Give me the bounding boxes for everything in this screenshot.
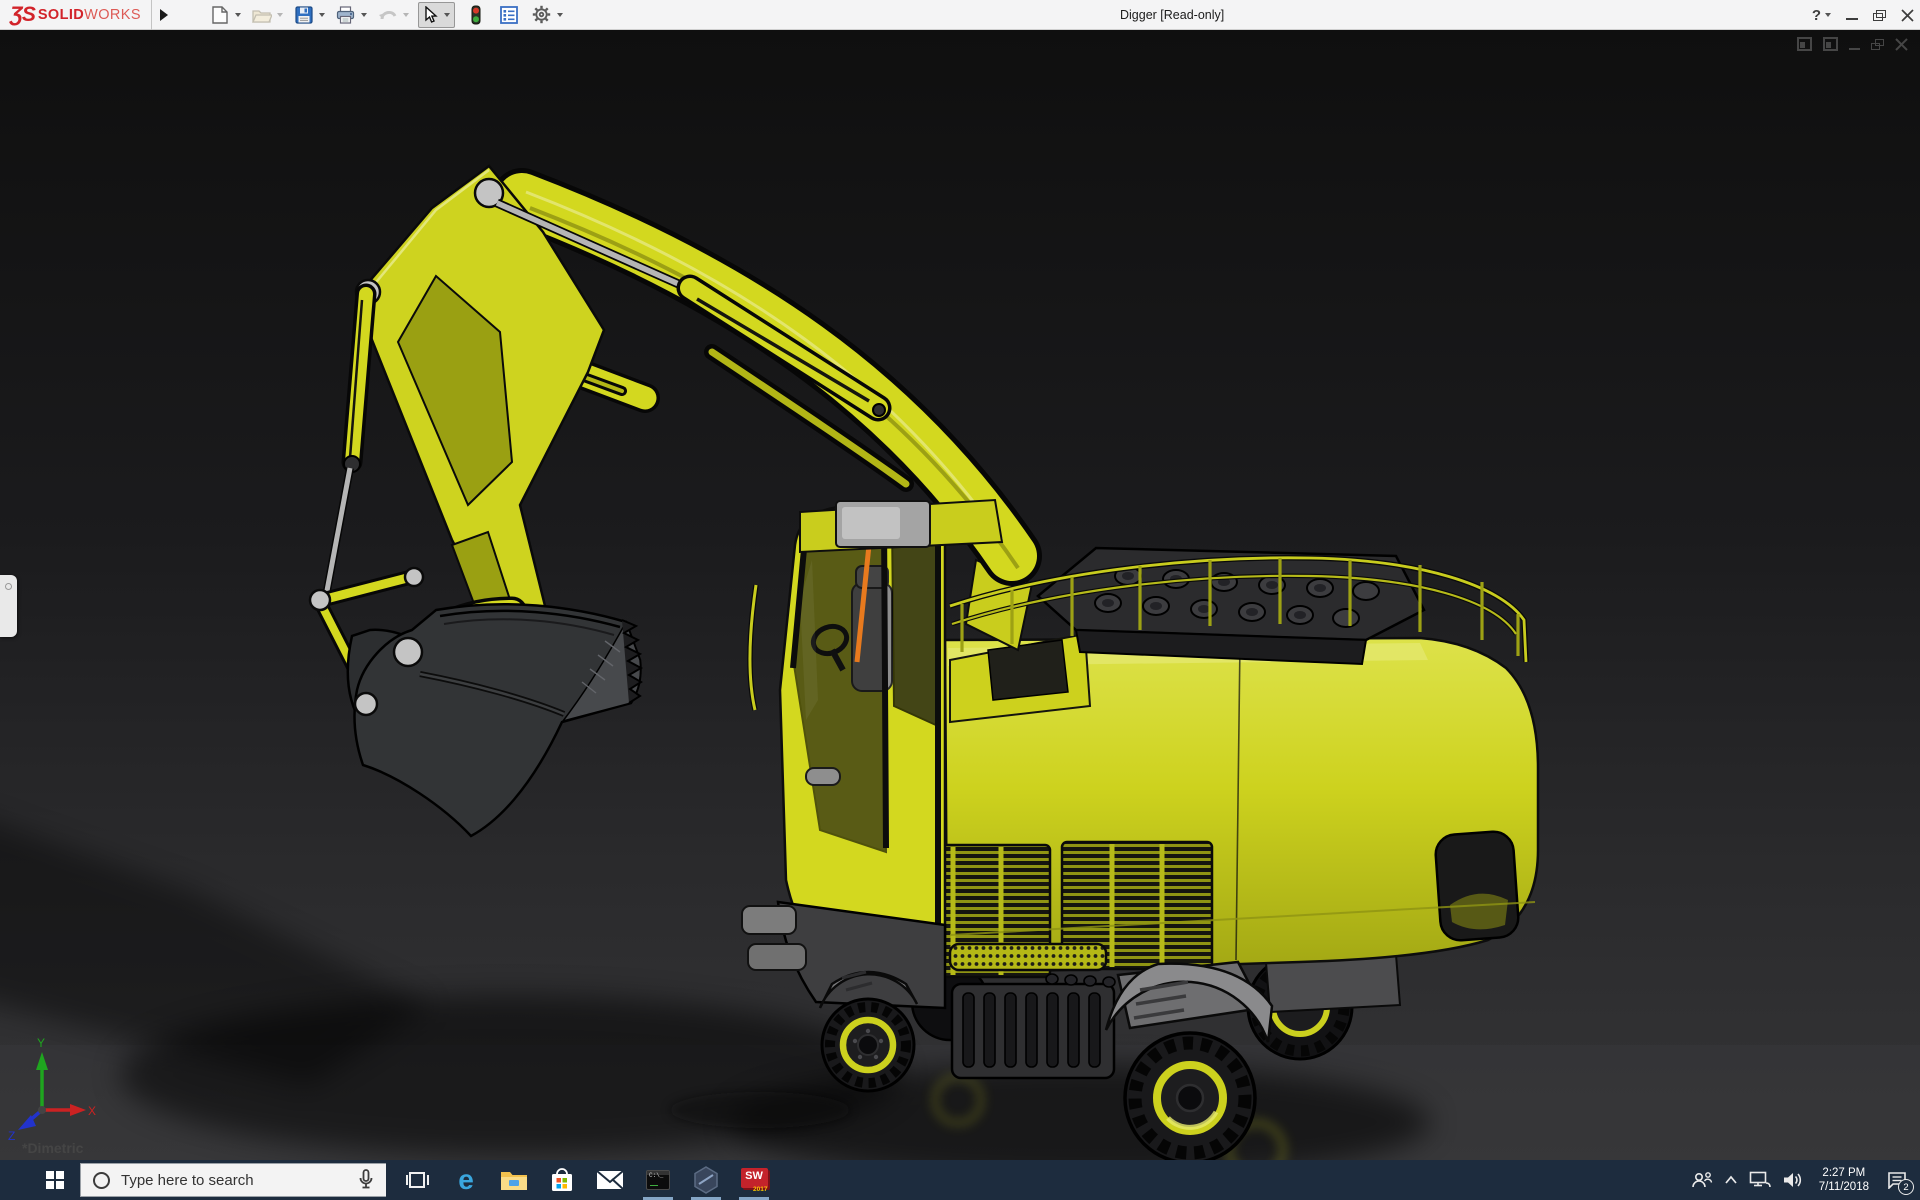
front-left-wheel[interactable] xyxy=(820,997,916,1093)
rebuild-button[interactable] xyxy=(464,3,488,27)
view-orientation-label: *Dimetric xyxy=(22,1140,84,1156)
store-icon xyxy=(552,1168,572,1191)
document-close-button[interactable] xyxy=(1895,37,1908,51)
bucket[interactable] xyxy=(353,602,644,838)
document-window-controls xyxy=(1797,37,1908,51)
print-dropdown[interactable] xyxy=(360,12,367,17)
taskbar-search[interactable]: Type here to search xyxy=(80,1163,386,1197)
taskbar-app-mail[interactable] xyxy=(586,1160,634,1200)
action-center-button[interactable]: 2 xyxy=(1884,1160,1914,1200)
command-prompt-icon: C:\_ xyxy=(646,1170,670,1190)
document-title: Digger [Read-only] xyxy=(1120,8,1225,22)
stick-cylinder xyxy=(322,283,377,597)
restore-button[interactable] xyxy=(1873,9,1886,21)
microphone-icon[interactable] xyxy=(358,1169,374,1191)
taskbar-app-command-prompt[interactable]: C:\_ xyxy=(634,1160,682,1200)
task-view-icon xyxy=(406,1172,429,1188)
windows-taskbar: Type here to search e C:\_ SW 2017 2:27 … xyxy=(0,1160,1920,1200)
people-button[interactable] xyxy=(1691,1160,1713,1200)
mail-icon xyxy=(596,1170,624,1190)
tray-date: 7/11/2018 xyxy=(1818,1181,1869,1193)
start-button[interactable] xyxy=(0,1160,80,1200)
save-floppy-icon xyxy=(295,5,313,24)
select-tool-dropdown[interactable] xyxy=(443,12,450,17)
triad-z-label: Z xyxy=(8,1129,15,1143)
taskbar-app-file-explorer[interactable] xyxy=(490,1160,538,1200)
network-icon xyxy=(1749,1171,1771,1188)
task-view-button[interactable] xyxy=(394,1160,442,1200)
taskbar-app-hexagon[interactable] xyxy=(682,1160,730,1200)
document-minimize-button[interactable] xyxy=(1849,47,1860,50)
bucket-link-pin xyxy=(353,691,379,717)
network-button[interactable] xyxy=(1749,1160,1771,1200)
taskbar-app-store[interactable] xyxy=(538,1160,586,1200)
select-cursor-icon xyxy=(425,5,438,23)
perforated-step xyxy=(948,942,1108,972)
menu-expand-arrow-icon[interactable] xyxy=(159,8,168,21)
flyout-expand-icon xyxy=(5,583,12,590)
front-right-wheel[interactable] xyxy=(1123,1031,1257,1160)
graphics-viewport[interactable]: X Y Z *Dimetric xyxy=(0,30,1920,1160)
undo-arrow-icon xyxy=(378,10,397,19)
speaker-icon xyxy=(1783,1173,1801,1187)
window-icon[interactable] xyxy=(1823,37,1838,51)
close-button[interactable] xyxy=(1901,8,1914,22)
select-tool-button[interactable] xyxy=(417,1,455,28)
options-button[interactable] xyxy=(530,3,554,27)
help-dropdown[interactable] xyxy=(1825,13,1831,17)
save-dropdown[interactable] xyxy=(318,12,325,17)
document-restore-button[interactable] xyxy=(1871,38,1884,50)
rebuild-traffic-light-icon xyxy=(471,5,481,24)
file-explorer-icon xyxy=(501,1172,527,1190)
triad-x-label: X xyxy=(88,1104,96,1118)
open-folder-icon xyxy=(251,9,272,23)
help-button[interactable]: ? xyxy=(1812,7,1831,24)
windows-logo-icon xyxy=(46,1171,64,1189)
titlebar: ƷS SOLID WORKS Digger [Read-only] ? xyxy=(0,0,1920,30)
rear-window xyxy=(1434,830,1520,942)
door-handle xyxy=(805,767,841,786)
file-properties-icon xyxy=(500,5,518,24)
new-document-icon xyxy=(212,5,228,24)
chevron-up-icon xyxy=(1725,1175,1737,1184)
undo-button xyxy=(376,3,400,27)
new-document-dropdown[interactable] xyxy=(234,12,241,17)
print-icon xyxy=(337,5,355,24)
people-icon xyxy=(1691,1172,1712,1188)
edge-icon: e xyxy=(458,1165,474,1195)
feature-tree-flyout-tab[interactable] xyxy=(0,575,17,637)
cortana-icon xyxy=(93,1171,110,1189)
bucket-pivot-pin xyxy=(392,636,424,668)
open-button[interactable] xyxy=(250,3,274,27)
standard-toolbar xyxy=(208,1,572,28)
new-window-icon[interactable] xyxy=(1797,37,1812,51)
save-button[interactable] xyxy=(292,3,316,27)
new-document-button[interactable] xyxy=(208,3,232,27)
solidworks-logo: ƷS SOLID WORKS xyxy=(0,0,152,30)
svg-text:e: e xyxy=(458,1165,474,1195)
options-gear-icon xyxy=(533,5,551,24)
hexagon-app-icon xyxy=(694,1166,718,1194)
volume-button[interactable] xyxy=(1782,1160,1804,1200)
minimize-button[interactable] xyxy=(1846,18,1858,20)
solidworks-logo-glyph: ƷS xyxy=(10,2,36,26)
taskbar-app-edge[interactable]: e xyxy=(442,1160,490,1200)
taskbar-app-solidworks[interactable]: SW 2017 xyxy=(730,1160,778,1200)
triad-y-label: Y xyxy=(37,1036,45,1050)
file-properties-button[interactable] xyxy=(497,3,521,27)
clock[interactable]: 2:27 PM 7/11/2018 xyxy=(1815,1166,1873,1194)
model-canvas[interactable]: X Y Z xyxy=(0,30,1920,1160)
options-dropdown[interactable] xyxy=(556,12,563,17)
print-button[interactable] xyxy=(334,3,358,27)
tray-time: 2:27 PM xyxy=(1822,1167,1866,1179)
notification-badge: 2 xyxy=(1898,1179,1914,1195)
tray-overflow-button[interactable] xyxy=(1724,1160,1738,1200)
open-dropdown xyxy=(276,12,283,17)
undo-dropdown xyxy=(402,12,409,17)
upper-body[interactable] xyxy=(903,632,1540,979)
solidworks-2017-icon: SW 2017 xyxy=(740,1168,768,1193)
system-tray: 2:27 PM 7/11/2018 2 xyxy=(1691,1160,1920,1200)
search-placeholder: Type here to search xyxy=(121,1171,254,1189)
